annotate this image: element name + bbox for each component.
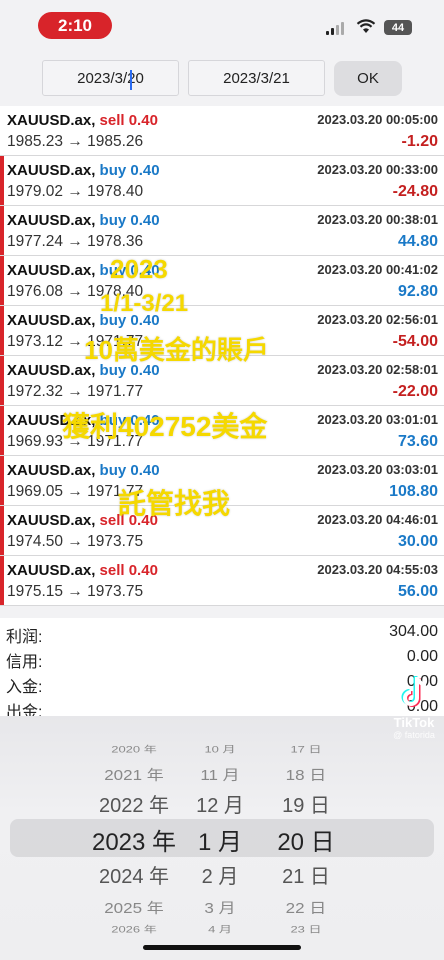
text-cursor	[130, 70, 132, 90]
trade-marker	[0, 156, 4, 205]
trade-symbol: XAUUSD.ax, buy 0.40	[7, 462, 160, 479]
trade-prices: 1977.24 → 1978.36	[7, 233, 144, 250]
trade-prices: 1985.23 → 1985.26	[7, 133, 144, 150]
trade-side: sell 0.40	[99, 112, 158, 129]
trade-row[interactable]: XAUUSD.ax, buy 0.40 2023.03.20 00:38:01 19…	[0, 206, 444, 256]
home-indicator	[143, 945, 301, 950]
picker-month-option[interactable]: 11 月	[170, 763, 270, 784]
trade-symbol: XAUUSD.ax, sell 0.40	[7, 112, 158, 129]
trade-profit: -24.80	[392, 183, 438, 200]
picker-month-option[interactable]: 12 月	[170, 789, 270, 818]
trade-marker	[0, 506, 4, 555]
picker-day-option[interactable]: 22 日	[256, 896, 356, 917]
tiktok-brand: TikTok	[393, 715, 435, 730]
trade-prices: 1974.50 → 1973.75	[7, 533, 144, 550]
trade-prices: 1979.02 → 1978.40	[7, 183, 144, 200]
wifi-icon	[356, 19, 376, 33]
picker-year-option[interactable]: 2026 年	[84, 922, 184, 935]
battery-icon: 44	[384, 20, 412, 35]
summary-row: 入金: 0.00	[0, 668, 444, 696]
summary-value: 0.00	[406, 648, 438, 665]
date-range-toolbar: 2023/3/20 2023/3/21 OK	[0, 48, 444, 106]
picker-day-option[interactable]: 19 日	[256, 789, 356, 818]
overlay-line: 2023	[110, 254, 168, 284]
trade-prices: 1975.15 → 1973.75	[7, 583, 144, 600]
trade-profit: -54.00	[392, 333, 438, 350]
date-from-field[interactable]: 2023/3/20	[42, 60, 179, 96]
summary-row: 出金: 0.00	[0, 693, 444, 721]
trade-profit: 44.80	[397, 233, 438, 250]
date-to-field[interactable]: 2023/3/21	[188, 60, 325, 96]
trade-marker	[0, 256, 4, 305]
trade-side: sell 0.40	[99, 562, 158, 579]
trade-time: 2023.03.20 02:56:01	[317, 312, 438, 327]
trade-time: 2023.03.20 00:38:01	[317, 212, 438, 227]
overlay-line: 獲利402752美金	[62, 411, 268, 442]
trade-marker	[0, 406, 4, 455]
picker-month-option[interactable]: 10 月	[170, 742, 270, 755]
trade-time: 2023.03.20 03:03:01	[317, 462, 438, 477]
picker-day-option[interactable]: 23 日	[256, 922, 356, 935]
trade-marker	[0, 556, 4, 605]
picker-day-option[interactable]: 17 日	[256, 742, 356, 755]
summary-row: 信用: 0.00	[0, 643, 444, 671]
trade-symbol: XAUUSD.ax, buy 0.40	[7, 162, 160, 179]
trade-side: buy 0.40	[99, 212, 160, 229]
trade-time: 2023.03.20 04:55:03	[317, 562, 438, 577]
trade-profit: 30.00	[397, 533, 438, 550]
picker-day-option[interactable]: 21 日	[256, 860, 356, 889]
picker-month-option[interactable]: 4 月	[170, 922, 270, 935]
trade-marker	[0, 456, 4, 505]
account-summary: 利润: 304.00 信用: 0.00 入金: 0.00 出金: 0.00	[0, 618, 444, 721]
trade-prices: 1972.32 → 1971.77	[7, 383, 144, 400]
trade-profit: 73.60	[397, 433, 438, 450]
overlay-line: 1/1-3/21	[100, 290, 189, 317]
trade-marker	[0, 206, 4, 255]
trade-profit: 56.00	[397, 583, 438, 600]
overlay-line: 託管找我	[118, 488, 231, 519]
trade-time: 2023.03.20 00:05:00	[317, 112, 438, 127]
trade-row[interactable]: XAUUSD.ax, buy 0.40 2023.03.20 00:33:00 19…	[0, 156, 444, 206]
tiktok-handle: @ fatorida	[393, 730, 435, 740]
trade-symbol: XAUUSD.ax, buy 0.40	[7, 212, 160, 229]
status-bar: 2:10 44	[0, 0, 444, 48]
trade-time: 2023.03.20 00:33:00	[317, 162, 438, 177]
status-time: 2:10	[38, 12, 112, 39]
picker-month-option[interactable]: 2 月	[170, 860, 270, 889]
trade-profit: -1.20	[401, 133, 438, 150]
tiktok-watermark: TikTok @ fatorida	[388, 674, 440, 740]
picker-month-option[interactable]: 3 月	[170, 896, 270, 917]
picker-year-option[interactable]: 2025 年	[84, 896, 184, 917]
trade-row[interactable]: XAUUSD.ax, sell 0.40 2023.03.20 04:55:03 1…	[0, 556, 444, 606]
ok-button[interactable]: OK	[334, 61, 402, 96]
picker-year-option[interactable]: 2021 年	[84, 763, 184, 784]
picker-year-option[interactable]: 2020 年	[84, 742, 184, 755]
trade-marker	[0, 356, 4, 405]
summary-row: 利润: 304.00	[0, 618, 444, 646]
trade-time: 2023.03.20 03:01:01	[317, 412, 438, 427]
picker-year-option[interactable]: 2024 年	[84, 860, 184, 889]
summary-value: 304.00	[389, 623, 438, 640]
trade-time: 2023.03.20 00:41:02	[317, 262, 438, 277]
trade-profit: -22.00	[392, 383, 438, 400]
picker-day-option[interactable]: 18 日	[256, 763, 356, 784]
trade-symbol: XAUUSD.ax, sell 0.40	[7, 562, 158, 579]
trade-time: 2023.03.20 04:46:01	[317, 512, 438, 527]
picker-selection-highlight	[10, 819, 434, 857]
trade-row[interactable]: XAUUSD.ax, buy 0.40 2023.03.20 00:41:02 19…	[0, 256, 444, 306]
trade-side: buy 0.40	[99, 462, 160, 479]
trade-row[interactable]: XAUUSD.ax, sell 0.40 2023.03.20 00:05:00 1…	[0, 106, 444, 156]
tiktok-logo-icon	[401, 676, 427, 707]
trade-marker	[0, 306, 4, 355]
picker-year-option[interactable]: 2022 年	[84, 789, 184, 818]
trade-profit: 108.80	[389, 483, 438, 500]
trade-time: 2023.03.20 02:58:01	[317, 362, 438, 377]
trade-side: buy 0.40	[99, 162, 160, 179]
trade-profit: 92.80	[397, 283, 438, 300]
cellular-signal-icon	[326, 22, 344, 35]
overlay-line: 10萬美金的賬戶	[84, 335, 269, 365]
